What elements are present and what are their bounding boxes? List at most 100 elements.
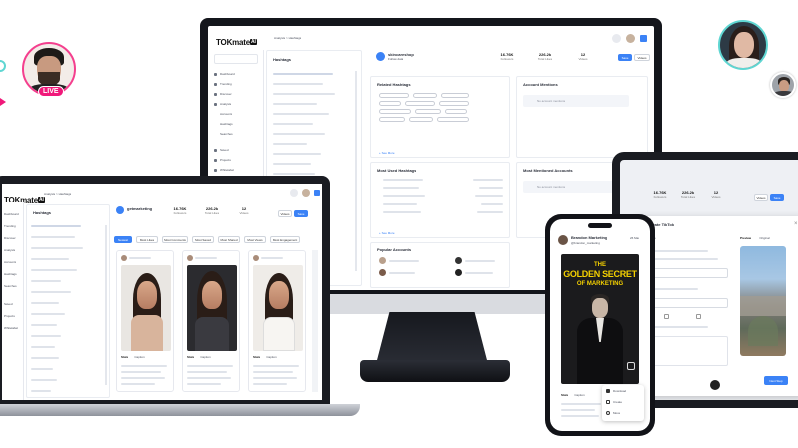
next-step-button[interactable]: Next Step (764, 376, 788, 385)
apps-icon[interactable] (640, 35, 647, 42)
sidebar-item-accounts[interactable]: Accounts (220, 112, 232, 116)
related-hashtags-panel: Related Hashtags + See More (370, 76, 510, 158)
hashtag-chip[interactable] (415, 109, 441, 114)
video-select[interactable] (648, 268, 728, 278)
sidebar-item-hashtags[interactable]: Hashtags (220, 122, 233, 126)
expand-icon[interactable] (627, 362, 635, 370)
video-thumbnail[interactable] (121, 265, 171, 351)
account-avatar (710, 380, 720, 390)
poster-line-3: OF MARKETING (576, 281, 624, 287)
hashtag-chip[interactable] (437, 117, 469, 122)
sidebar-item-trending[interactable]: Trending (4, 224, 16, 228)
scrollbar[interactable] (105, 225, 107, 385)
sidebar-item-whitelabel[interactable]: Whitelabel (4, 326, 18, 330)
menu-item-move[interactable]: Move (606, 411, 620, 415)
creator-avatar (558, 235, 568, 245)
filter-most-shared[interactable]: Most Shared (218, 236, 240, 243)
popular-accounts-panel: Popular Accounts (370, 242, 510, 288)
videos-button[interactable]: Videos (754, 194, 768, 201)
checkbox[interactable] (696, 314, 701, 319)
scrollbar[interactable] (355, 71, 357, 271)
see-more-link[interactable]: + See More (379, 151, 395, 155)
sidebar-item-dashboard[interactable]: Dashboard (214, 72, 235, 76)
workspace-selector[interactable] (214, 54, 258, 64)
checkbox[interactable] (664, 314, 669, 319)
video-card[interactable]: Stats Caption (116, 250, 174, 392)
sidebar-item-projects[interactable]: Projects (4, 314, 15, 318)
notification-icon[interactable] (290, 189, 298, 197)
sidebar-item-saved[interactable]: Saved (4, 302, 13, 306)
tab-caption[interactable]: Caption (134, 355, 144, 359)
video-card[interactable]: Stats Caption (182, 250, 240, 392)
notification-icon[interactable] (612, 34, 621, 43)
tab-stats[interactable]: Stats (561, 393, 568, 397)
see-more-link[interactable]: + See More (379, 231, 395, 235)
tab-caption[interactable]: Caption (200, 355, 210, 359)
video-thumbnail[interactable]: THE GOLDEN SECRET OF MARKETING (561, 254, 639, 384)
hashtag-chip[interactable] (405, 101, 435, 106)
save-button[interactable]: Save (618, 54, 632, 61)
hashtag-chip[interactable] (445, 109, 467, 114)
tab-caption[interactable]: Caption (266, 355, 276, 359)
account-avatar (455, 269, 462, 276)
text-area[interactable] (648, 336, 728, 366)
stat-likes: 226.2k Total Likes (537, 52, 553, 61)
hashtag-chip[interactable] (409, 117, 433, 122)
user-avatar[interactable] (302, 189, 310, 197)
tab-stats[interactable]: Stats (187, 355, 194, 359)
hashtag-chip[interactable] (379, 109, 411, 114)
small-avatar[interactable] (770, 72, 796, 98)
sidebar-item-searches[interactable]: Searches (220, 132, 233, 136)
sidebar-item-hashtags[interactable]: Hashtags (4, 272, 17, 276)
save-button[interactable]: Save (770, 194, 784, 201)
sidebar-item-searches[interactable]: Searches (4, 284, 17, 288)
sidebar-item-discover[interactable]: Discover (4, 236, 16, 240)
hashtag-list-panel: Hashtags (26, 204, 110, 398)
apps-icon[interactable] (314, 190, 320, 196)
hashtag-chip[interactable] (379, 101, 401, 106)
app-logo[interactable]: TOKmateAI (216, 32, 257, 50)
tab-caption[interactable]: Caption (574, 393, 584, 397)
video-thumbnail[interactable] (253, 265, 303, 351)
scrollbar[interactable] (312, 250, 318, 392)
tab-original[interactable]: Original (759, 236, 769, 240)
filter-most-engagement[interactable]: Most Engagement (270, 236, 300, 243)
tab-stats[interactable]: Stats (253, 355, 260, 359)
sidebar-item-projects[interactable]: Projects (214, 158, 231, 162)
input-field[interactable] (648, 298, 728, 308)
most-mentioned-title: Most Mentioned Accounts (523, 168, 573, 173)
hashtag-chip[interactable] (413, 93, 437, 98)
sidebar-item-whitelabel[interactable]: Whitelabel (214, 168, 234, 172)
filter-most-views[interactable]: Most Views (244, 236, 266, 243)
hashtag-chip[interactable] (379, 117, 405, 122)
sidebar-item-trending[interactable]: Trending (214, 82, 232, 86)
video-thumbnail[interactable] (187, 265, 237, 351)
close-icon[interactable]: × (794, 221, 798, 227)
hashtag-chip[interactable] (439, 101, 469, 106)
filter-newest[interactable]: Newest (114, 236, 132, 243)
save-button[interactable]: Save (294, 210, 308, 217)
breadcrumb: Analysis > Hashtags (44, 192, 72, 196)
sidebar-item-analysis[interactable]: Analysis (214, 102, 231, 106)
menu-item-create[interactable]: Create (606, 400, 622, 404)
menu-item-download[interactable]: Download (606, 389, 626, 393)
tab-stats[interactable]: Stats (121, 355, 128, 359)
tab-preview[interactable]: Preview (740, 236, 751, 240)
sidebar-item-dashboard[interactable]: Dashboard (4, 212, 19, 216)
sidebar-item-analysis[interactable]: Analysis (4, 248, 15, 252)
tag-icon (214, 168, 217, 172)
filter-most-saved[interactable]: Most Saved (192, 236, 214, 243)
hashtag-chip[interactable] (379, 93, 409, 98)
videos-button[interactable]: Videos (634, 54, 650, 61)
videos-button[interactable]: Videos (278, 210, 292, 217)
sidebar-item-discover[interactable]: Discover (214, 92, 232, 96)
profile-avatar[interactable] (718, 20, 768, 70)
user-avatar[interactable] (626, 34, 635, 43)
filter-most-comments[interactable]: Most Comments (162, 236, 188, 243)
video-card[interactable]: Stats Caption (248, 250, 306, 392)
filter-most-likes[interactable]: Most Likes (136, 236, 158, 243)
sidebar-item-accounts[interactable]: Accounts (4, 260, 16, 264)
hashtag-chip[interactable] (441, 93, 469, 98)
laptop-screen: TOKmateAI Analysis > Hashtags Dashboard … (2, 184, 322, 400)
sidebar-item-saved[interactable]: Saved (214, 148, 229, 152)
